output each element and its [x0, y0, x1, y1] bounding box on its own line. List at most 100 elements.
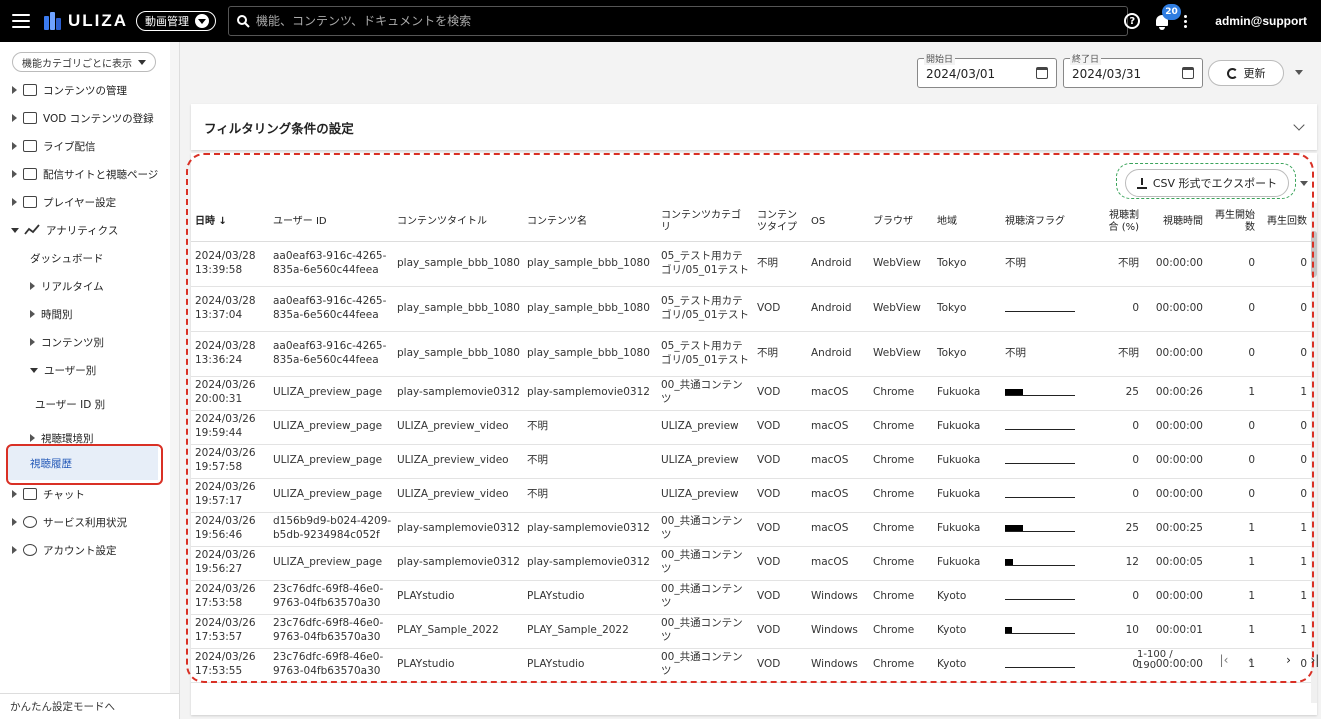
sidebar-scrollbar[interactable] [170, 42, 179, 693]
sidebar-item-live[interactable]: ライブ配信 [0, 134, 170, 158]
easy-mode-link[interactable]: かんたん設定モードへ [0, 693, 180, 719]
scrollbar-thumb[interactable] [1311, 231, 1317, 277]
notification-bell-icon[interactable]: 20 [1154, 4, 1181, 30]
sidebar-item-vod-register[interactable]: VOD コンテンツの登録 [0, 106, 170, 130]
sidebar-item-account-settings[interactable]: アカウント設定 [0, 538, 170, 562]
table-row[interactable]: 2024/03/26 19:57:58 ULIZA_preview_page ULIZ… [191, 444, 1311, 479]
cell-region: Tokyo [933, 286, 1001, 332]
cell-os: macOS [807, 478, 869, 513]
cell-play-starts: 1 [1207, 512, 1259, 547]
expand-arrow-icon [12, 518, 17, 526]
sidebar-item-by-user-id[interactable]: ユーザー ID 別 [0, 392, 170, 416]
cell-viewed-flag [1001, 286, 1097, 332]
table-row[interactable]: 2024/03/26 19:56:27 ULIZA_preview_page play… [191, 546, 1311, 581]
user-account-name[interactable]: admin@support [1215, 14, 1307, 28]
col-header-content-name[interactable]: コンテンツ名 [523, 203, 657, 242]
col-header-view-duration[interactable]: 視聴時間 [1143, 203, 1207, 242]
sidebar-item-distribution-sites[interactable]: 配信サイトと視聴ページ [0, 162, 170, 186]
notification-badge: 20 [1162, 4, 1181, 20]
cell-view-duration: 00:00:00 [1143, 241, 1207, 287]
sidebar-item-chat[interactable]: チャット [0, 482, 170, 506]
cell-region: Kyoto [933, 580, 1001, 615]
expand-arrow-icon [12, 86, 17, 94]
table-row[interactable]: 2024/03/28 13:36:24 aa0eaf63-916c-4265- 835… [191, 331, 1311, 377]
sidebar-item-by-user[interactable]: ユーザー別 [0, 358, 170, 382]
sidebar-item-by-time[interactable]: 時間別 [0, 302, 170, 326]
logo[interactable]: ULIZA [44, 11, 128, 31]
calendar-icon[interactable] [1036, 67, 1048, 79]
table-row[interactable]: 2024/03/26 20:00:31 ULIZA_preview_page play… [191, 376, 1311, 411]
category-display-select[interactable]: 機能カテゴリごとに表示 [12, 52, 156, 72]
expand-arrow-icon [12, 490, 17, 498]
export-menu-caret-icon[interactable] [1300, 181, 1308, 186]
logo-text: ULIZA [68, 11, 129, 30]
col-header-region[interactable]: 地域 [933, 203, 1001, 242]
cell-viewed-flag [1001, 512, 1097, 547]
last-page-icon[interactable]: ›| [1309, 653, 1321, 667]
help-icon[interactable]: ? [1124, 13, 1141, 29]
col-header-viewed-flag[interactable]: 視聴済フラグ [1001, 203, 1097, 242]
global-search [228, 6, 1129, 36]
col-header-content-title[interactable]: コンテンツタイトル [393, 203, 523, 242]
cell-datetime: 2024/03/26 17:53:55 [191, 648, 269, 683]
viewed-flag-bar [1005, 389, 1075, 396]
cell-content-name: play-samplemovie0312 [523, 512, 657, 547]
col-header-content-category[interactable]: コンテンツカテゴリ [657, 203, 753, 242]
sidebar-item-realtime[interactable]: リアルタイム [0, 274, 170, 298]
cell-view-duration: 00:00:01 [1143, 614, 1207, 649]
viewed-flag-fill [1005, 525, 1023, 531]
cell-view-ratio: 0 [1097, 478, 1143, 513]
prev-page-icon[interactable]: ‹ [1244, 653, 1256, 667]
col-header-play-starts[interactable]: 再生開始数 [1207, 203, 1259, 242]
module-select[interactable]: 動画管理 [136, 11, 217, 31]
calendar-icon[interactable] [1182, 67, 1194, 79]
cell-datetime: 2024/03/28 13:37:04 [191, 286, 269, 332]
start-date-field[interactable]: 開始日 2024/03/01 [917, 52, 1057, 88]
table-row[interactable]: 2024/03/28 13:37:04 aa0eaf63-916c-4265- 835… [191, 286, 1311, 332]
cell-content-category: 00_共通コンテンツ [657, 580, 753, 615]
cell-region: Fukuoka [933, 444, 1001, 479]
cell-content-category: 05_テスト用カテゴリ/05_01テスト [657, 331, 753, 377]
table-row[interactable]: 2024/03/26 19:56:46 d156b9d9-b024-4209- b5d… [191, 512, 1311, 547]
refresh-button[interactable]: 更新 [1208, 60, 1284, 86]
sidebar-item-player-settings[interactable]: プレイヤー設定 [0, 190, 170, 214]
refresh-menu-caret-icon[interactable] [1295, 70, 1303, 75]
sidebar-item-content-management[interactable]: コンテンツの管理 [0, 78, 170, 102]
col-header-browser[interactable]: ブラウザ [869, 203, 933, 242]
search-icon [237, 14, 250, 28]
sidebar-item-by-content[interactable]: コンテンツ別 [0, 330, 170, 354]
filter-panel[interactable]: フィルタリング条件の設定 [191, 104, 1317, 150]
viewed-flag-bar [1005, 627, 1075, 634]
search-input[interactable] [256, 14, 1117, 28]
col-header-play-count[interactable]: 再生回数 [1259, 203, 1311, 242]
content-icon [23, 84, 37, 96]
col-header-content-type[interactable]: コンテンツタイプ [753, 203, 807, 242]
first-page-icon[interactable]: |‹ [1218, 653, 1230, 667]
col-header-os[interactable]: OS [807, 203, 869, 242]
table-row[interactable]: 2024/03/26 17:53:58 23c76dfc-69f8-46e0- 976… [191, 580, 1311, 615]
table-row[interactable]: 2024/03/28 13:39:58 aa0eaf63-916c-4265- 835… [191, 241, 1311, 287]
col-header-datetime[interactable]: 日時 ↓ [191, 203, 269, 242]
cell-datetime: 2024/03/26 19:57:17 [191, 478, 269, 513]
table-scrollbar[interactable] [1311, 203, 1317, 703]
sidebar-item-dashboard[interactable]: ダッシュボード [0, 246, 170, 270]
table-row[interactable]: 2024/03/26 19:57:17 ULIZA_preview_page ULIZ… [191, 478, 1311, 513]
cell-play-count: 1 [1259, 512, 1311, 547]
sidebar-item-analytics[interactable]: アナリティクス [0, 218, 170, 242]
more-vert-icon[interactable] [1184, 14, 1188, 28]
col-header-view-ratio[interactable]: 視聴割合 (%) [1097, 203, 1143, 242]
table-row[interactable]: 2024/03/26 17:53:57 23c76dfc-69f8-46e0- 976… [191, 614, 1311, 649]
cell-os: macOS [807, 410, 869, 445]
sidebar-item-service-usage[interactable]: サービス利用状況 [0, 510, 170, 534]
table-row[interactable]: 2024/03/26 19:59:44 ULIZA_preview_page ULIZ… [191, 410, 1311, 445]
cell-os: Windows [807, 580, 869, 615]
end-date-field[interactable]: 終了日 2024/03/31 [1063, 52, 1203, 88]
col-header-user-id[interactable]: ユーザー ID [269, 203, 393, 242]
csv-export-button[interactable]: CSV 形式でエクスポート [1125, 169, 1289, 197]
chevron-down-icon[interactable] [1293, 119, 1305, 131]
next-page-icon[interactable]: › [1282, 653, 1294, 667]
menu-icon[interactable] [12, 14, 30, 28]
cell-datetime: 2024/03/26 17:53:58 [191, 580, 269, 615]
module-select-label: 動画管理 [145, 15, 190, 28]
expand-arrow-icon [12, 170, 17, 178]
